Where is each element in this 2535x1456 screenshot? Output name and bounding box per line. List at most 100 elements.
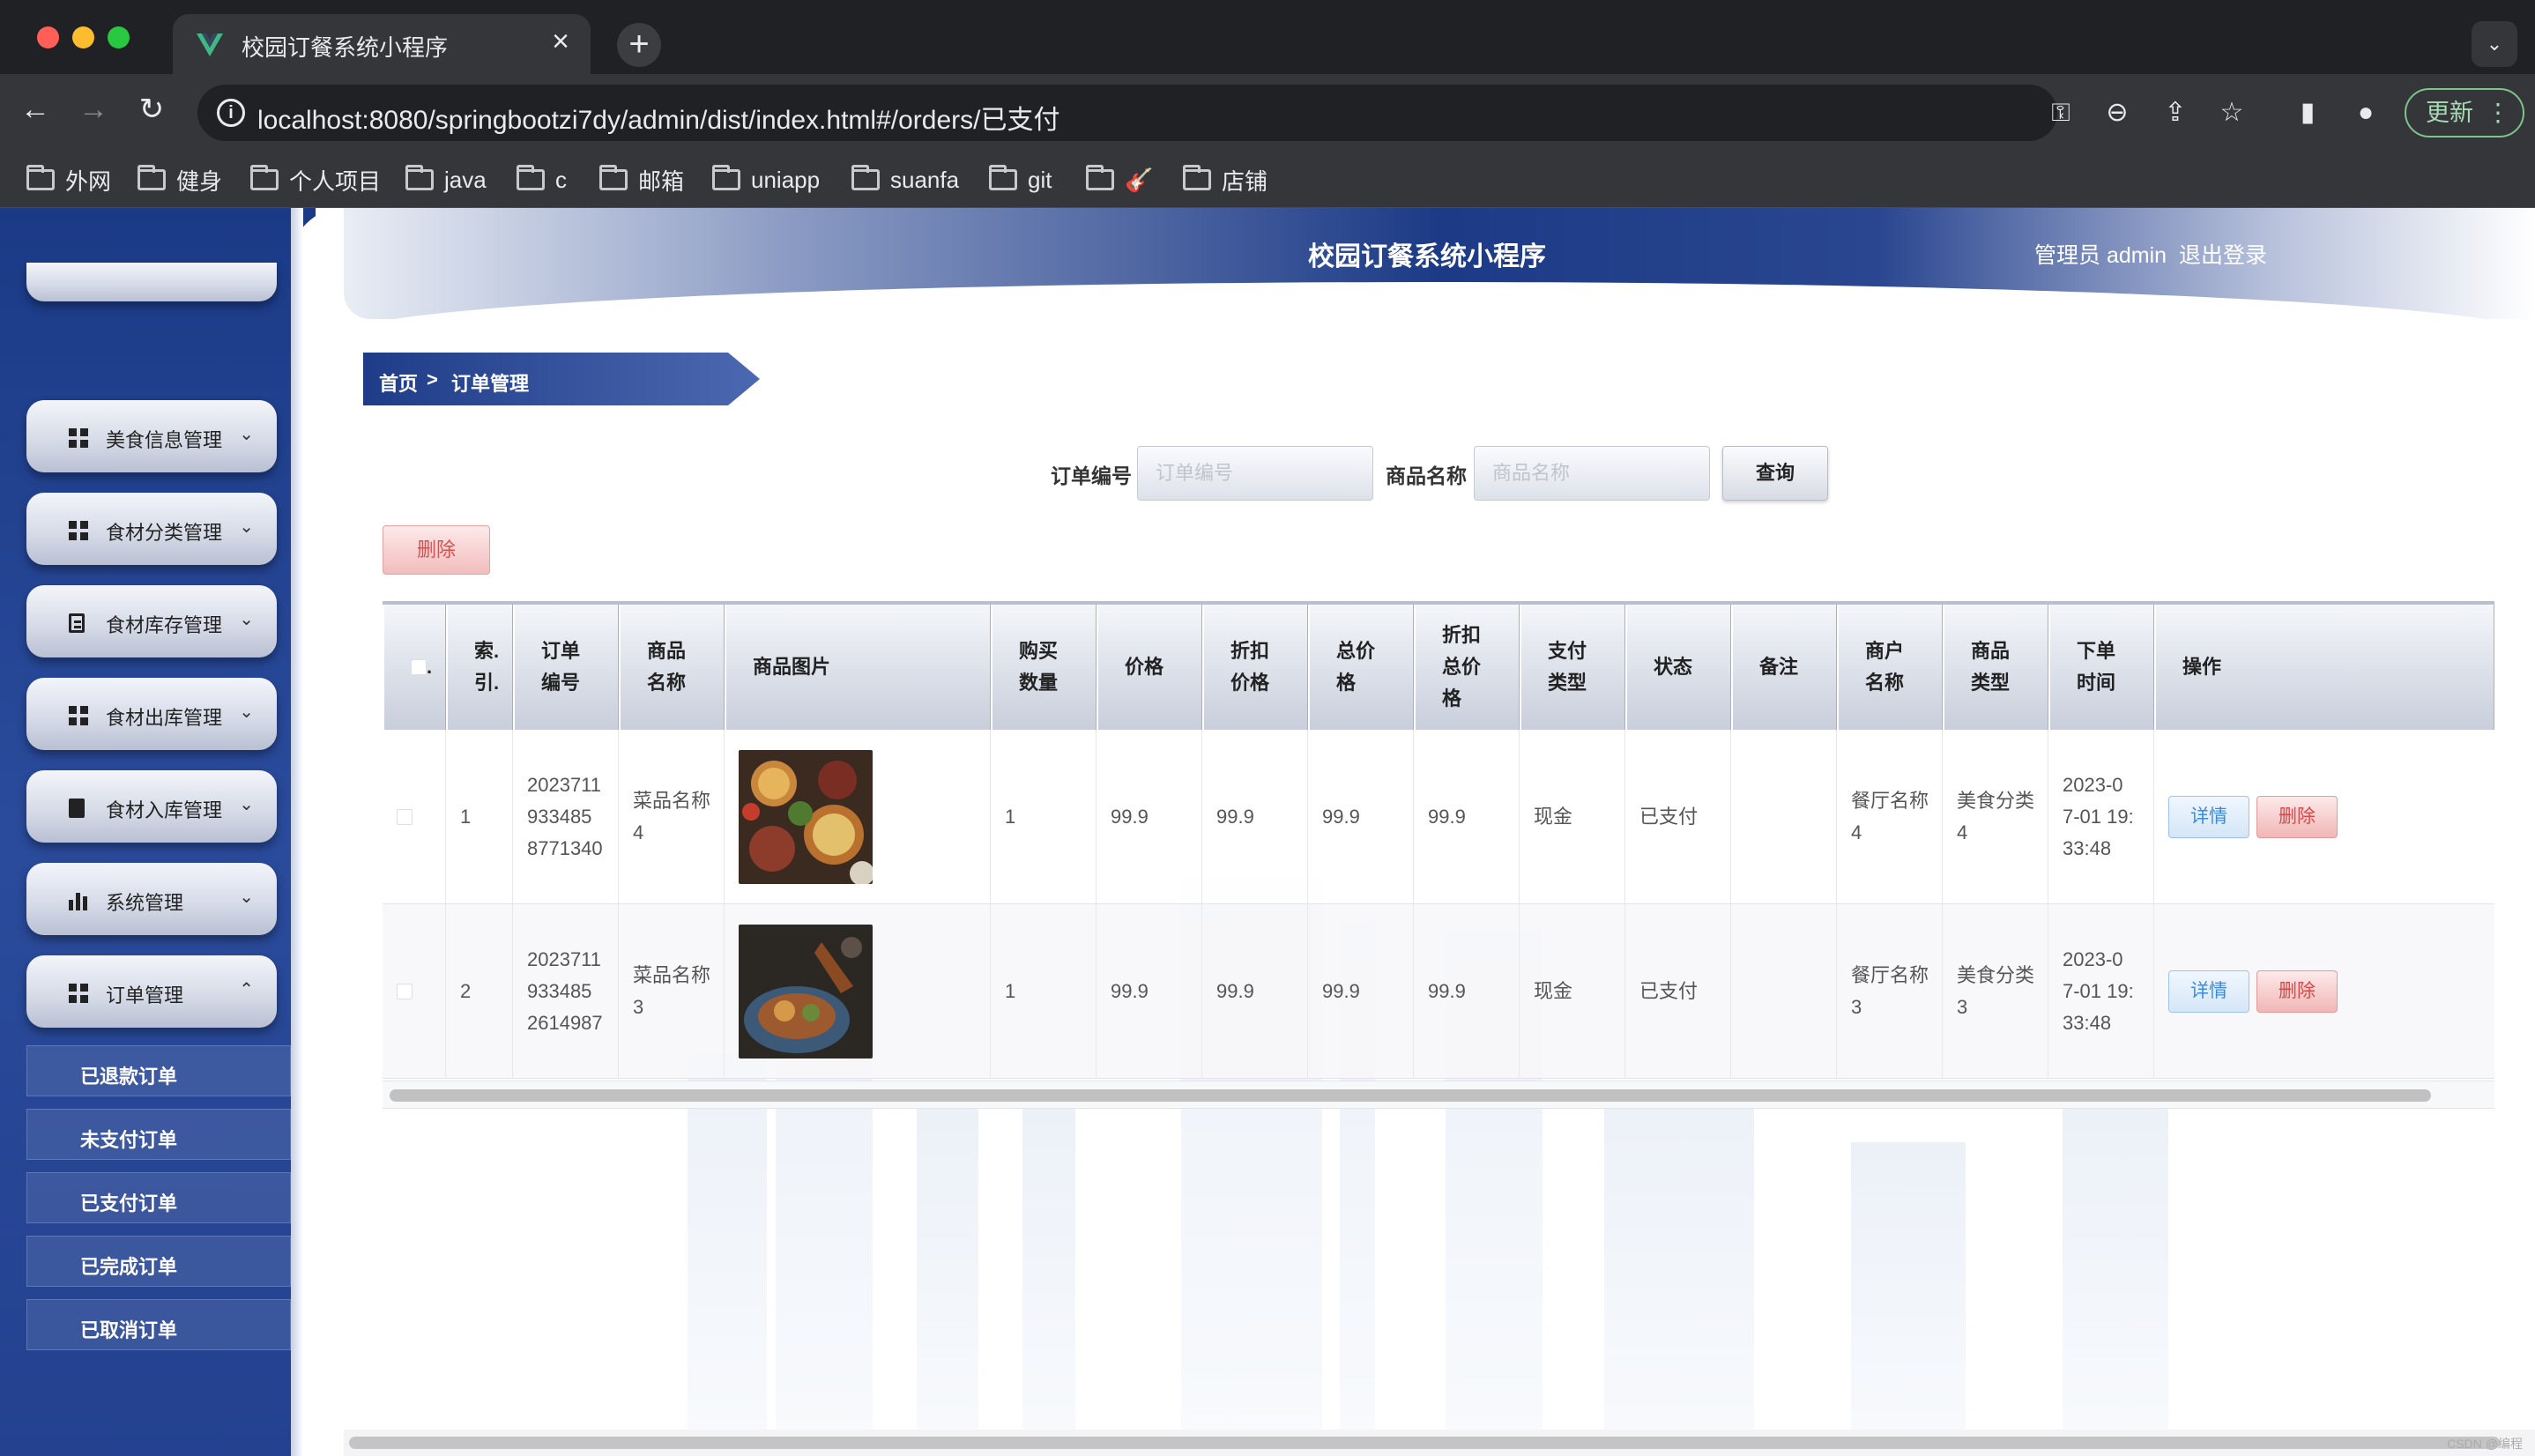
order-no-input[interactable] [1137,446,1373,501]
submenu-refunded-orders[interactable]: 已退款订单 [26,1045,291,1096]
sidebar-item-ingredient-inbound[interactable]: 食材入库管理 ⌄ [26,770,277,843]
sidebar: 美食信息管理 ⌄ 食材分类管理 ⌄ 食材库存管理 ⌄ 食材出库管理 ⌄ 食材入库… [0,208,316,1456]
cell-discount-total: 99.9 [1414,730,1520,904]
detail-button[interactable]: 详情 [2168,970,2249,1013]
side-panel-icon[interactable]: ▮ [2288,93,2327,132]
bookmark-folder[interactable]: git [989,162,1052,197]
bookmark-folder[interactable]: suanfa [851,162,959,197]
tab-search-chevron-icon[interactable]: ⌄ [2472,21,2517,67]
detail-button[interactable]: 详情 [2168,796,2249,838]
page-horizontal-scrollbar[interactable] [344,1430,2535,1456]
forward-arrow-icon[interactable]: → [74,90,113,129]
sidebar-item-partial[interactable] [26,263,277,301]
delete-button[interactable]: 删除 [2256,970,2338,1013]
cell-payment-type: 现金 [1520,904,1625,1079]
submenu-cancelled-orders[interactable]: 已取消订单 [26,1299,291,1350]
cell-index: 1 [446,730,513,904]
row-checkbox[interactable] [397,809,413,825]
maximize-window-button[interactable] [108,26,130,48]
cell-order-no: 2023711 933485 8771340 [513,730,619,904]
bookmark-folder[interactable]: uniapp [712,162,820,197]
folder-icon [26,165,55,190]
sidebar-item-food-info[interactable]: 美食信息管理 ⌄ [26,400,277,472]
browser-tab[interactable]: 校园订餐系统小程序 × [173,14,591,74]
cell-discount-price: 99.9 [1202,730,1308,904]
folder-icon [250,165,279,190]
update-label: 更新 [2426,100,2473,126]
bookmark-folder[interactable]: 店铺 [1183,162,1268,197]
share-icon[interactable]: ⇪ [2156,93,2195,132]
chevron-down-icon: ⌄ [239,888,254,907]
guitar-icon: 🎸 [1125,166,1154,193]
sidebar-item-ingredient-category[interactable]: 食材分类管理 ⌄ [26,493,277,565]
batch-delete-button[interactable]: 删除 [383,525,490,575]
address-bar[interactable]: i localhost:8080/springbootzi7dy/admin/d… [197,85,2070,141]
breadcrumb: 首页 > 订单管理 [363,353,760,405]
sidebar-edge [291,208,344,1456]
logout-link[interactable]: 退出登录 [2179,238,2267,270]
table-horizontal-scrollbar[interactable] [383,1081,2494,1109]
select-all-checkbox[interactable] [411,659,427,675]
tab-close-icon[interactable]: × [552,26,569,56]
header-status: 状态 [1625,605,1731,730]
bookmark-folder[interactable]: 健身 [138,162,222,197]
vue-logo-icon [197,33,223,56]
site-info-icon[interactable]: i [217,99,245,127]
folder-icon [1183,165,1211,190]
cell-status: 已支付 [1625,904,1731,1079]
minimize-window-button[interactable] [72,26,94,48]
table-row: 1 2023711 933485 8771340 菜品名称 4 1 99.9 9… [383,730,2494,904]
back-arrow-icon[interactable]: ← [16,90,55,129]
chevron-up-icon: ⌃ [239,980,254,999]
cell-merchant: 餐厅名称 4 [1837,730,1943,904]
delete-button[interactable]: 删除 [2256,796,2338,838]
bookmark-folder[interactable]: 邮箱 [599,162,684,197]
sidebar-item-ingredient-stock[interactable]: 食材库存管理 ⌄ [26,585,277,657]
cell-merchant: 餐厅名称 3 [1837,904,1943,1079]
bookmark-folder[interactable]: 外网 [26,162,111,197]
header-payment-type: 支付 类型 [1520,605,1625,730]
cell-quantity: 1 [991,730,1097,904]
url-text[interactable]: localhost:8080/springbootzi7dy/admin/dis… [257,98,1059,137]
sidebar-item-orders[interactable]: 订单管理 ⌃ [26,955,277,1028]
more-menu-icon[interactable]: ⋮ [2486,90,2510,136]
food-image[interactable] [739,750,873,884]
submenu-unpaid-orders[interactable]: 未支付订单 [26,1109,291,1160]
breadcrumb-separator: > [427,368,438,390]
bookmarks-bar: 外网 健身 个人项目 java c 邮箱 uniapp suanfa git 🎸… [0,152,2535,208]
password-key-icon[interactable]: ⚿ [2045,97,2077,129]
bookmark-folder[interactable]: 个人项目 [250,162,381,197]
breadcrumb-home[interactable]: 首页 [379,368,418,397]
food-image[interactable] [739,925,873,1059]
bookmark-star-icon[interactable]: ☆ [2212,93,2251,132]
submenu-paid-orders[interactable]: 已支付订单 [26,1172,291,1223]
browser-tab-bar: 校园订餐系统小程序 × + ⌄ [0,0,2535,74]
submenu-completed-orders[interactable]: 已完成订单 [26,1236,291,1287]
header-actions: 操作 [2154,605,2494,730]
page-scrollbar-thumb[interactable] [349,1437,2500,1449]
cell-category: 美食分类 3 [1943,904,2048,1079]
chevron-down-icon: ⌄ [239,795,254,814]
row-checkbox[interactable] [397,984,413,999]
background-building [917,1107,978,1456]
update-button[interactable]: 更新 ⋮ [2405,88,2524,137]
new-tab-button[interactable]: + [617,23,661,67]
bookmark-folder[interactable]: c [517,162,567,197]
profile-icon[interactable]: ● [2346,93,2385,132]
table-scrollbar-thumb[interactable] [390,1089,2431,1102]
sidebar-item-system[interactable]: 系统管理 ⌄ [26,863,277,935]
bookmark-folder[interactable]: java [405,162,487,197]
zoom-icon[interactable]: ⊖ [2098,93,2137,132]
product-name-input[interactable] [1474,446,1710,501]
header-product-name: 商品 名称 [619,605,725,730]
query-button[interactable]: 查询 [1722,446,1828,501]
bookmark-folder[interactable]: 🎸 [1086,162,1153,197]
sidebar-item-label: 订单管理 [106,984,184,1007]
folder-icon [405,165,434,190]
sidebar-item-ingredient-outbound[interactable]: 食材出库管理 ⌄ [26,678,277,750]
close-window-button[interactable] [37,26,59,48]
cell-actions: 详情 删除 [2154,904,2494,1079]
header-discount-price: 折扣 价格 [1202,605,1308,730]
select-all-header[interactable]: . [383,605,446,730]
reload-icon[interactable]: ↻ [132,90,171,129]
